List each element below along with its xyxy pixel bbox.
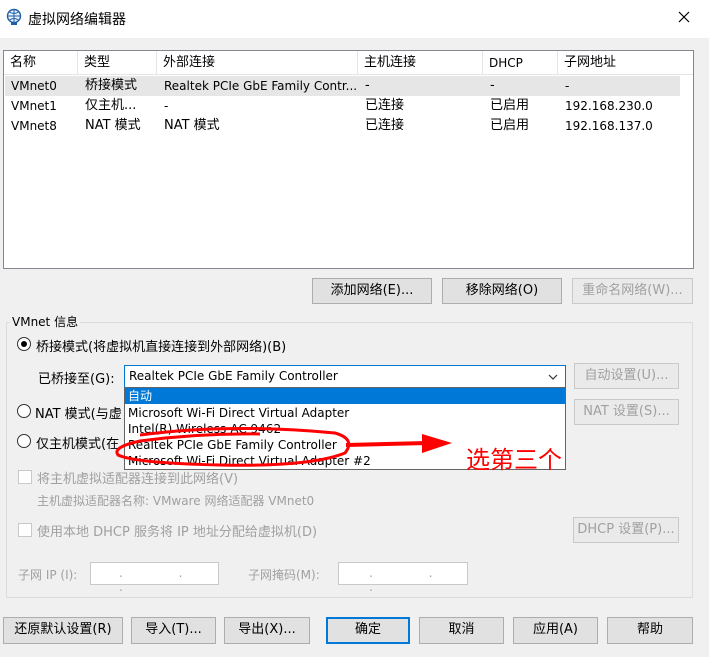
restore-defaults-button[interactable]: 还原默认设置(R) — [3, 617, 123, 644]
cell-subnet: - — [565, 79, 570, 93]
ok-button[interactable]: 确定 — [326, 617, 410, 644]
host-only-radio[interactable] — [17, 434, 31, 448]
column-header-external[interactable]: 外部连接 — [157, 51, 358, 75]
table-header: 名称 类型 外部连接 主机连接 DHCP 子网地址 — [4, 51, 693, 75]
cell-external: NAT 模式 — [164, 118, 220, 133]
bridged-to-value: Realtek PCIe GbE Family Controller — [129, 369, 338, 383]
bridge-mode-radio[interactable] — [17, 337, 31, 351]
title-bar: 虚拟网络编辑器 — [0, 0, 709, 38]
add-network-button[interactable]: 添加网络(E)... — [312, 278, 432, 304]
close-button[interactable] — [664, 0, 704, 36]
cell-name: VMnet0 — [11, 79, 57, 93]
subnet-ip-dots: . . . — [119, 566, 209, 594]
cell-subnet: 192.168.230.0 — [565, 99, 653, 113]
subnet-mask-dots: . . . — [369, 566, 459, 594]
network-editor-icon — [6, 8, 22, 25]
host-only-label[interactable]: 仅主机模式(在 — [36, 433, 119, 452]
vmnet-info-label: VMnet 信息 — [10, 313, 81, 330]
close-icon — [678, 11, 690, 23]
red-circle-annotation — [115, 426, 452, 467]
apply-button[interactable]: 应用(A) — [513, 617, 598, 644]
network-table[interactable]: 名称 类型 外部连接 主机连接 DHCP 子网地址 VMnet0 桥接模式 Re… — [3, 50, 694, 269]
window-title: 虚拟网络编辑器 — [28, 12, 126, 28]
cell-host: 已连接 — [365, 98, 405, 113]
cell-external: Realtek PCIe GbE Family Contr... — [164, 79, 358, 93]
remove-network-button[interactable]: 移除网络(O) — [442, 278, 562, 304]
annotation-text: 选第三个 — [466, 446, 562, 474]
column-header-dhcp[interactable]: DHCP — [483, 51, 558, 75]
cell-type: NAT 模式 — [85, 118, 141, 133]
cell-name: VMnet1 — [11, 99, 57, 113]
cell-subnet: 192.168.137.0 — [565, 119, 653, 133]
subnet-ip-input[interactable]: . . . — [90, 562, 219, 594]
nat-mode-radio[interactable] — [17, 404, 31, 418]
subnet-mask-input[interactable]: . . . — [338, 562, 468, 594]
host-adapter-name: 主机虚拟适配器名称: VMware 网络适配器 VMnet0 — [37, 494, 315, 508]
cell-dhcp: 已启用 — [490, 98, 530, 113]
cell-host: - — [365, 78, 370, 93]
cell-dhcp: - — [490, 78, 495, 93]
auto-settings-button[interactable]: 自动设置(U)... — [574, 363, 679, 389]
dropdown-option-auto[interactable]: 自动 — [125, 388, 565, 404]
column-header-subnet[interactable]: 子网地址 — [558, 51, 693, 75]
dhcp-settings-button[interactable]: DHCP 设置(P)... — [573, 517, 679, 543]
column-header-name[interactable]: 名称 — [4, 51, 78, 75]
table-row-vmnet0[interactable]: VMnet0 桥接模式 Realtek PCIe GbE Family Cont… — [5, 76, 680, 96]
nat-mode-label[interactable]: NAT 模式(与虚 — [35, 403, 122, 422]
column-header-type[interactable]: 类型 — [78, 51, 157, 75]
nat-settings-button[interactable]: NAT 设置(S)... — [574, 399, 679, 425]
table-row-vmnet1[interactable]: VMnet1 仅主机... - 已连接 已启用 192.168.230.0 — [5, 96, 680, 116]
rename-network-button[interactable]: 重命名网络(W)... — [572, 278, 693, 304]
cell-name: VMnet8 — [11, 119, 57, 133]
subnet-mask-label: 子网掩码(M): — [248, 568, 320, 582]
subnet-ip-label: 子网 IP (I): — [18, 568, 78, 582]
cancel-button[interactable]: 取消 — [419, 617, 504, 644]
use-dhcp-label[interactable]: 使用本地 DHCP 服务将 IP 地址分配给虚拟机(D) — [37, 521, 317, 540]
cell-type: 仅主机... — [85, 98, 137, 113]
cell-host: 已连接 — [365, 118, 405, 133]
bridge-mode-label[interactable]: 桥接模式(将虚拟机直接连接到外部网络)(B) — [36, 336, 286, 355]
help-button[interactable]: 帮助 — [607, 617, 693, 644]
dropdown-option-wifi-direct[interactable]: Microsoft Wi-Fi Direct Virtual Adapter — [125, 405, 565, 421]
connect-host-adapter-checkbox[interactable] — [18, 470, 32, 484]
bridged-to-select[interactable]: Realtek PCIe GbE Family Controller — [124, 365, 566, 388]
chevron-down-icon — [548, 374, 558, 380]
bridged-to-label: 已桥接至(G): — [38, 372, 115, 387]
column-header-host[interactable]: 主机连接 — [358, 51, 483, 75]
export-button[interactable]: 导出(X)... — [224, 617, 310, 644]
import-button[interactable]: 导入(T)... — [131, 617, 216, 644]
use-dhcp-checkbox[interactable] — [18, 523, 32, 537]
cell-external: - — [164, 99, 169, 113]
table-row-vmnet8[interactable]: VMnet8 NAT 模式 NAT 模式 已连接 已启用 192.168.137… — [5, 116, 680, 136]
cell-dhcp: 已启用 — [490, 118, 530, 133]
cell-type: 桥接模式 — [85, 78, 138, 93]
